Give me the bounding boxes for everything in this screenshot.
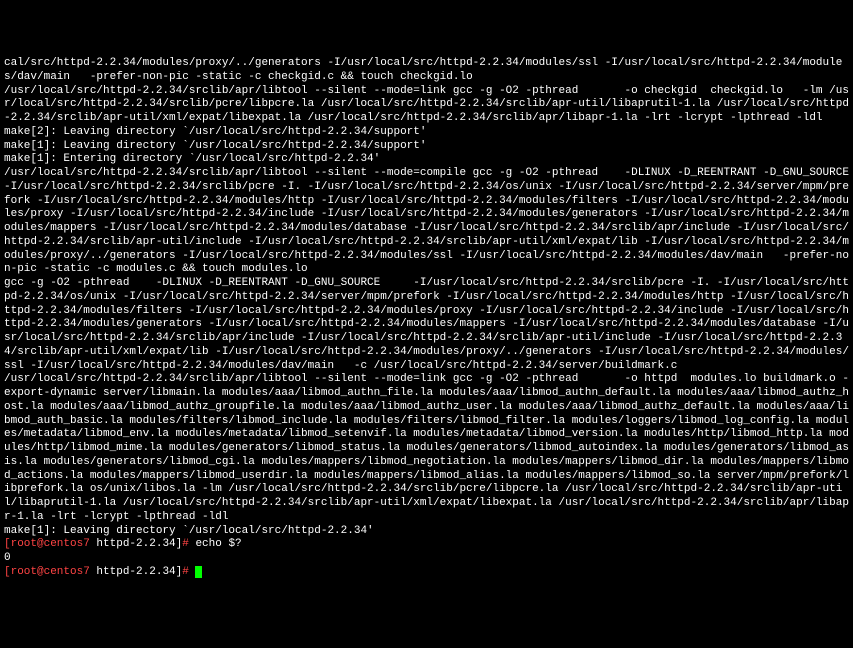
prompt-path: httpd-2.2.34] <box>90 566 182 578</box>
command-result: 0 <box>4 552 849 566</box>
command-text: echo $? <box>195 538 241 550</box>
terminal-line: /usr/local/src/httpd-2.2.34/srclib/apr/l… <box>4 167 849 277</box>
terminal-line: make[1]: Entering directory `/usr/local/… <box>4 153 849 167</box>
terminal-line: /usr/local/src/httpd-2.2.34/srclib/apr/l… <box>4 85 849 126</box>
terminal-line: make[1]: Leaving directory `/usr/local/s… <box>4 140 849 154</box>
prompt-path: httpd-2.2.34] <box>90 538 182 550</box>
terminal-line: gcc -g -O2 -pthread -DLINUX -D_REENTRANT… <box>4 277 849 373</box>
prompt-hash: # <box>182 566 195 578</box>
terminal-line: /usr/local/src/httpd-2.2.34/srclib/apr/l… <box>4 373 849 524</box>
prompt-line[interactable]: [root@centos7 httpd-2.2.34]# echo $? <box>4 538 849 552</box>
cursor-icon <box>195 566 202 578</box>
terminal-line: cal/src/httpd-2.2.34/modules/proxy/../ge… <box>4 57 849 85</box>
terminal-line: make[1]: Leaving directory `/usr/local/s… <box>4 525 849 539</box>
prompt-line-active[interactable]: [root@centos7 httpd-2.2.34]# <box>4 566 849 580</box>
terminal-output: cal/src/httpd-2.2.34/modules/proxy/../ge… <box>4 57 849 580</box>
prompt-hash: # <box>182 538 195 550</box>
terminal-line: make[2]: Leaving directory `/usr/local/s… <box>4 126 849 140</box>
prompt-user-host: [root@centos7 <box>4 566 90 578</box>
prompt-user-host: [root@centos7 <box>4 538 90 550</box>
